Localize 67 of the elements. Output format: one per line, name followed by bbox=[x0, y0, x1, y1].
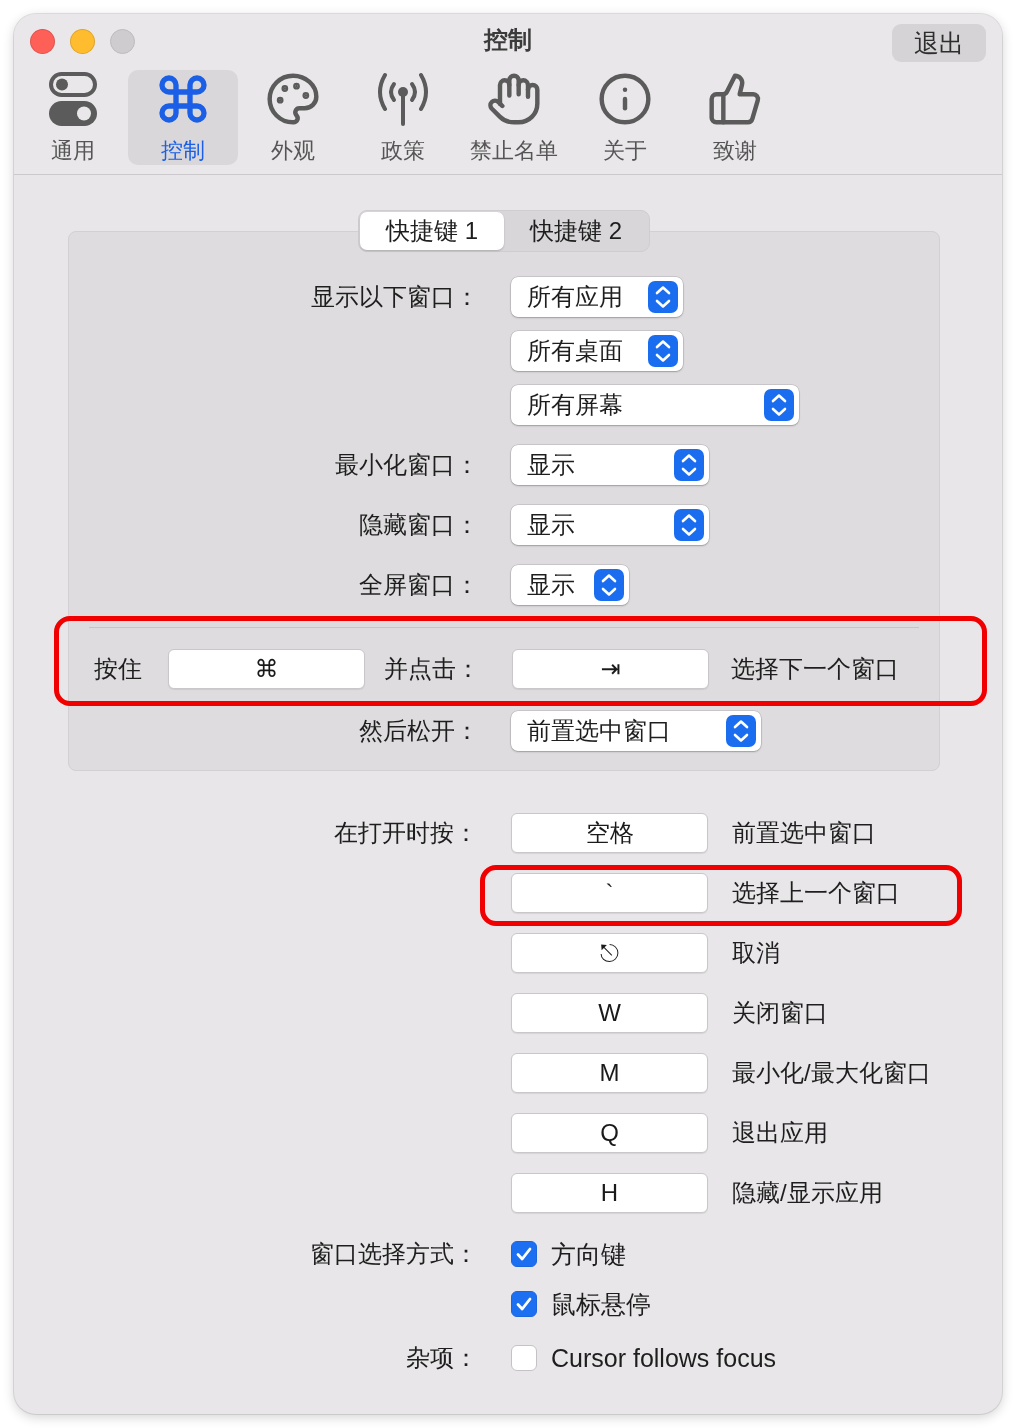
stepper-icon bbox=[726, 715, 756, 747]
popup-button[interactable]: 显示 bbox=[511, 565, 629, 605]
stepper-icon bbox=[648, 281, 678, 313]
checkbox[interactable] bbox=[511, 1291, 537, 1317]
shortcut-field[interactable]: ⇥ bbox=[512, 649, 709, 689]
field-label: 并点击： bbox=[384, 654, 480, 684]
shortcut-field[interactable]: W bbox=[511, 993, 708, 1033]
action-label: 前置选中窗口 bbox=[732, 818, 876, 848]
field-label: 按住 bbox=[94, 654, 142, 684]
toolbar-tab[interactable]: 外观 bbox=[238, 70, 348, 165]
field-label: 最小化窗口： bbox=[335, 450, 479, 480]
shortcut-field[interactable]: ⎋ bbox=[511, 933, 708, 973]
toolbar-tab[interactable]: 关于 bbox=[570, 70, 680, 165]
palette-icon bbox=[265, 71, 321, 127]
info-icon bbox=[597, 71, 653, 127]
checkbox[interactable] bbox=[511, 1241, 537, 1267]
thumbs-up-icon bbox=[707, 71, 763, 127]
stepper-icon bbox=[674, 509, 704, 541]
toolbar-tab[interactable]: 通用 bbox=[18, 70, 128, 165]
popup-button[interactable]: 所有应用 bbox=[511, 277, 683, 317]
popup-button[interactable]: 前置选中窗口 bbox=[511, 711, 761, 751]
shortcut-field[interactable]: Q bbox=[511, 1113, 708, 1153]
toolbar-tab[interactable]: 政策 bbox=[348, 70, 458, 165]
checkmark-icon bbox=[516, 1247, 532, 1261]
checkbox-label: 方向键 bbox=[551, 1239, 626, 1270]
field-label: 窗口选择方式： bbox=[310, 1239, 478, 1269]
stepper-icon bbox=[648, 335, 678, 367]
field-label: 显示以下窗口： bbox=[311, 282, 479, 312]
action-label: 退出应用 bbox=[732, 1118, 828, 1148]
action-label: 关闭窗口 bbox=[732, 998, 828, 1028]
action-label: 隐藏/显示应用 bbox=[732, 1178, 883, 1208]
stepper-icon bbox=[764, 389, 794, 421]
shortcut-field[interactable]: 空格 bbox=[511, 813, 708, 853]
field-label: 杂项： bbox=[406, 1343, 478, 1373]
checkbox-label: Cursor follows focus bbox=[551, 1343, 777, 1374]
shortcut-field[interactable]: M bbox=[511, 1053, 708, 1093]
field-label: 全屏窗口： bbox=[359, 570, 479, 600]
popup-button[interactable]: 显示 bbox=[511, 445, 709, 485]
toolbar-tab[interactable]: 禁止名单 bbox=[458, 70, 570, 165]
popup-button[interactable]: 所有屏幕 bbox=[511, 385, 799, 425]
field-label: 然后松开： bbox=[359, 716, 479, 746]
action-label: 选择上一个窗口 bbox=[732, 878, 900, 908]
field-label: 隐藏窗口： bbox=[359, 510, 479, 540]
shortcut-field[interactable]: ⌘ bbox=[168, 649, 365, 689]
stepper-icon bbox=[674, 449, 704, 481]
quit-button[interactable]: 退出 bbox=[892, 24, 986, 62]
checkbox-label: 鼠标悬停 bbox=[551, 1289, 651, 1320]
action-label: 最小化/最大化窗口 bbox=[732, 1058, 931, 1088]
action-label: 取消 bbox=[732, 938, 780, 968]
toolbar-tab[interactable]: 致谢 bbox=[680, 70, 790, 165]
shortcut-field[interactable]: ` bbox=[511, 873, 708, 913]
action-label: 选择下一个窗口 bbox=[731, 654, 900, 684]
popup-button[interactable]: 所有桌面 bbox=[511, 331, 683, 371]
shortcut-field[interactable]: H bbox=[511, 1173, 708, 1213]
segment-tab[interactable]: 快捷键 2 bbox=[504, 212, 648, 250]
field-label: 在打开时按： bbox=[334, 818, 478, 848]
checkmark-icon bbox=[516, 1297, 532, 1311]
toggles-icon bbox=[48, 71, 98, 127]
stepper-icon bbox=[594, 569, 624, 601]
segment-tab[interactable]: 快捷键 1 bbox=[360, 212, 504, 250]
toolbar-tab[interactable]: 控制 bbox=[128, 70, 238, 165]
hand-icon bbox=[486, 71, 542, 127]
popup-button[interactable]: 显示 bbox=[511, 505, 709, 545]
minimize-button[interactable] bbox=[70, 28, 95, 54]
close-button[interactable] bbox=[30, 28, 55, 54]
window-title: 控制 bbox=[484, 25, 532, 55]
checkbox[interactable] bbox=[511, 1345, 537, 1371]
